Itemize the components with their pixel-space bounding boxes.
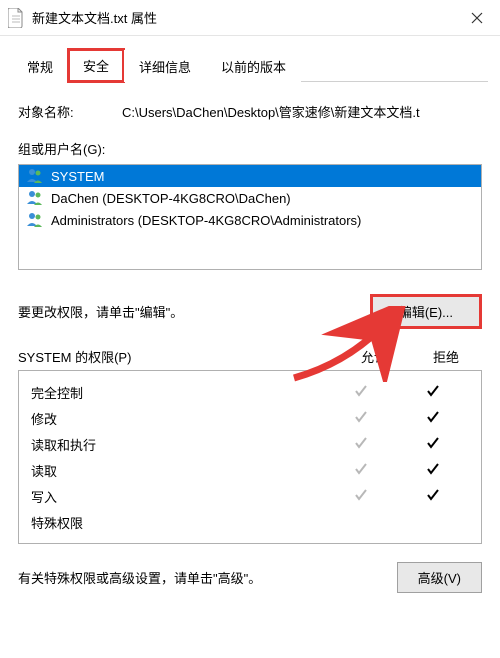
- close-button[interactable]: [454, 0, 500, 36]
- group-users-label: 组或用户名(G):: [18, 139, 482, 158]
- security-tab-content: 对象名称: C:\Users\DaChen\Desktop\管家速修\新建文本文…: [0, 82, 500, 605]
- permission-allow-check: [325, 461, 397, 480]
- permission-allow-check: [325, 409, 397, 428]
- permission-allow-check: [325, 435, 397, 454]
- permission-name: 完全控制: [31, 383, 325, 402]
- allow-column-header: 允许: [338, 347, 410, 366]
- permission-deny-check: [397, 383, 469, 402]
- titlebar: 新建文本文档.txt 属性: [0, 0, 500, 36]
- permission-deny-check: [397, 409, 469, 428]
- tab-general[interactable]: 常规: [12, 50, 68, 82]
- permissions-header: SYSTEM 的权限(P) 允许 拒绝: [18, 347, 482, 366]
- permissions-list: 完全控制修改读取和执行读取写入特殊权限: [18, 370, 482, 544]
- object-name-row: 对象名称: C:\Users\DaChen\Desktop\管家速修\新建文本文…: [18, 102, 482, 121]
- permission-allow-check: [325, 487, 397, 506]
- user-name: SYSTEM: [51, 169, 104, 184]
- tab-previous-versions[interactable]: 以前的版本: [206, 50, 301, 82]
- permission-name: 修改: [31, 409, 325, 428]
- user-row[interactable]: SYSTEM: [19, 165, 481, 187]
- permission-row: 完全控制: [19, 379, 481, 405]
- tab-security[interactable]: 安全: [68, 49, 124, 82]
- document-icon: [8, 8, 24, 28]
- permission-allow-check: [325, 383, 397, 402]
- advanced-button[interactable]: 高级(V): [397, 562, 482, 593]
- deny-column-header: 拒绝: [410, 347, 482, 366]
- window-title: 新建文本文档.txt 属性: [32, 8, 454, 27]
- permission-name: 读取和执行: [31, 435, 325, 454]
- user-name: Administrators (DESKTOP-4KG8CRO\Administ…: [51, 213, 361, 228]
- user-row[interactable]: DaChen (DESKTOP-4KG8CRO\DaChen): [19, 187, 481, 209]
- users-icon: [25, 188, 45, 208]
- permissions-title: SYSTEM 的权限(P): [18, 347, 338, 366]
- permission-name: 特殊权限: [31, 513, 325, 532]
- users-icon: [25, 166, 45, 186]
- object-name-label: 对象名称:: [18, 102, 122, 121]
- object-name-value: C:\Users\DaChen\Desktop\管家速修\新建文本文档.t: [122, 102, 482, 121]
- users-icon: [25, 210, 45, 230]
- permission-row: 特殊权限: [19, 509, 481, 535]
- advanced-hint-text: 有关特殊权限或高级设置，请单击"高级"。: [18, 568, 261, 587]
- tabs: 常规 安全 详细信息 以前的版本: [12, 48, 488, 82]
- permission-row: 读取和执行: [19, 431, 481, 457]
- permission-deny-check: [397, 435, 469, 454]
- user-row[interactable]: Administrators (DESKTOP-4KG8CRO\Administ…: [19, 209, 481, 231]
- permission-name: 写入: [31, 487, 325, 506]
- permission-name: 读取: [31, 461, 325, 480]
- permission-row: 修改: [19, 405, 481, 431]
- permission-deny-check: [397, 487, 469, 506]
- edit-hint-text: 要更改权限，请单击"编辑"。: [18, 302, 183, 321]
- edit-button[interactable]: 编辑(E)...: [370, 294, 482, 329]
- group-users-list[interactable]: SYSTEM DaChen (DESKTOP-4KG8CRO\DaChen) Adm…: [18, 164, 482, 270]
- permission-deny-check: [397, 461, 469, 480]
- permission-row: 读取: [19, 457, 481, 483]
- permission-row: 写入: [19, 483, 481, 509]
- tab-details[interactable]: 详细信息: [124, 50, 206, 82]
- user-name: DaChen (DESKTOP-4KG8CRO\DaChen): [51, 191, 291, 206]
